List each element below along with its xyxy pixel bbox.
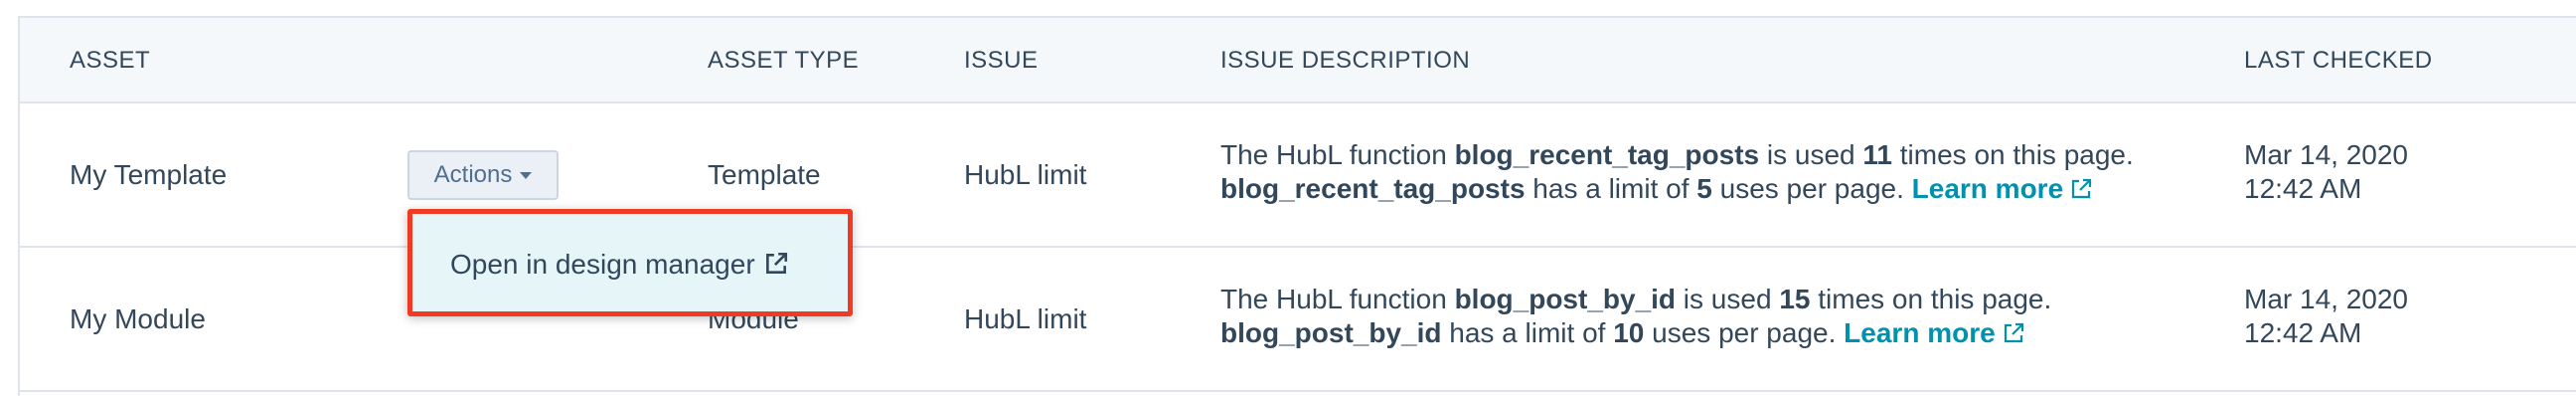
- last-checked-date: Mar 14, 2020: [2244, 139, 2408, 170]
- function-name: blog_recent_tag_posts: [1454, 139, 1760, 170]
- desc-suffix: times on this page.: [1891, 139, 2134, 170]
- header-asset-type[interactable]: ASSET TYPE: [708, 18, 859, 103]
- external-link-icon: [2004, 322, 2023, 343]
- header-issue[interactable]: ISSUE: [964, 18, 1039, 103]
- issue-type: HubL limit: [964, 303, 1087, 334]
- last-checked: Mar 14, 2020 12:42 AM: [2244, 138, 2408, 206]
- table-row: My Template Actions Template HubL limit …: [20, 103, 2576, 248]
- issue-description: The HubL function blog_post_by_id is use…: [1220, 283, 2051, 350]
- learn-more-link[interactable]: Learn more: [1844, 317, 2025, 348]
- function-name: blog_recent_tag_posts: [1220, 173, 1526, 204]
- limit-prefix: has a limit of: [1525, 173, 1697, 204]
- actions-dropdown-menu: Open in design manager: [407, 209, 853, 316]
- asset-name: My Module: [70, 303, 206, 334]
- asset-name: My Template: [70, 159, 228, 190]
- function-name: blog_post_by_id: [1220, 317, 1442, 348]
- open-in-design-manager-label: Open in design manager: [450, 249, 755, 280]
- limit-suffix: uses per page.: [1644, 317, 1845, 348]
- last-checked-time: 12:42 AM: [2244, 317, 2362, 348]
- header-issue-description[interactable]: ISSUE DESCRIPTION: [1220, 18, 1470, 103]
- learn-more-link[interactable]: Learn more: [1912, 173, 2094, 204]
- desc-prefix: The HubL function: [1220, 139, 1455, 170]
- external-link-icon: [2072, 178, 2092, 199]
- header-asset[interactable]: ASSET: [70, 18, 150, 103]
- description-line-2: blog_post_by_id has a limit of 10 uses p…: [1220, 316, 2051, 350]
- last-checked-date: Mar 14, 2020: [2244, 284, 2408, 314]
- limit-count: 10: [1613, 317, 1645, 348]
- caret-down-icon: [520, 172, 533, 179]
- last-checked-time: 12:42 AM: [2244, 173, 2362, 204]
- desc-mid: is used: [1759, 139, 1863, 170]
- used-count: 15: [1779, 284, 1811, 314]
- used-count: 11: [1862, 139, 1892, 170]
- open-in-design-manager-item[interactable]: Open in design manager: [412, 214, 848, 311]
- actions-button[interactable]: Actions: [407, 150, 559, 200]
- description-line-2: blog_recent_tag_posts has a limit of 5 u…: [1220, 172, 2134, 206]
- limit-prefix: has a limit of: [1441, 317, 1614, 348]
- issue-description: The HubL function blog_recent_tag_posts …: [1220, 138, 2134, 206]
- description-line-1: The HubL function blog_post_by_id is use…: [1220, 283, 2051, 316]
- header-last-checked[interactable]: LAST CHECKED: [2244, 18, 2433, 103]
- issues-table: ASSET ASSET TYPE ISSUE ISSUE DESCRIPTION…: [18, 16, 2576, 396]
- last-checked: Mar 14, 2020 12:42 AM: [2244, 283, 2408, 350]
- description-line-1: The HubL function blog_recent_tag_posts …: [1220, 138, 2134, 172]
- actions-button-label: Actions: [433, 161, 513, 188]
- desc-prefix: The HubL function: [1220, 284, 1455, 314]
- table-header-row: ASSET ASSET TYPE ISSUE ISSUE DESCRIPTION…: [20, 18, 2576, 103]
- external-link-icon: [765, 252, 787, 274]
- desc-mid: is used: [1676, 284, 1780, 314]
- limit-count: 5: [1696, 173, 1712, 204]
- desc-suffix: times on this page.: [1810, 284, 2052, 314]
- function-name: blog_post_by_id: [1454, 284, 1677, 314]
- table-row: My Module Module HubL limit The HubL fun…: [20, 248, 2576, 392]
- issue-type: HubL limit: [964, 159, 1087, 190]
- learn-more-label: Learn more: [1911, 173, 2064, 204]
- limit-suffix: uses per page.: [1711, 173, 1912, 204]
- learn-more-label: Learn more: [1844, 317, 1996, 348]
